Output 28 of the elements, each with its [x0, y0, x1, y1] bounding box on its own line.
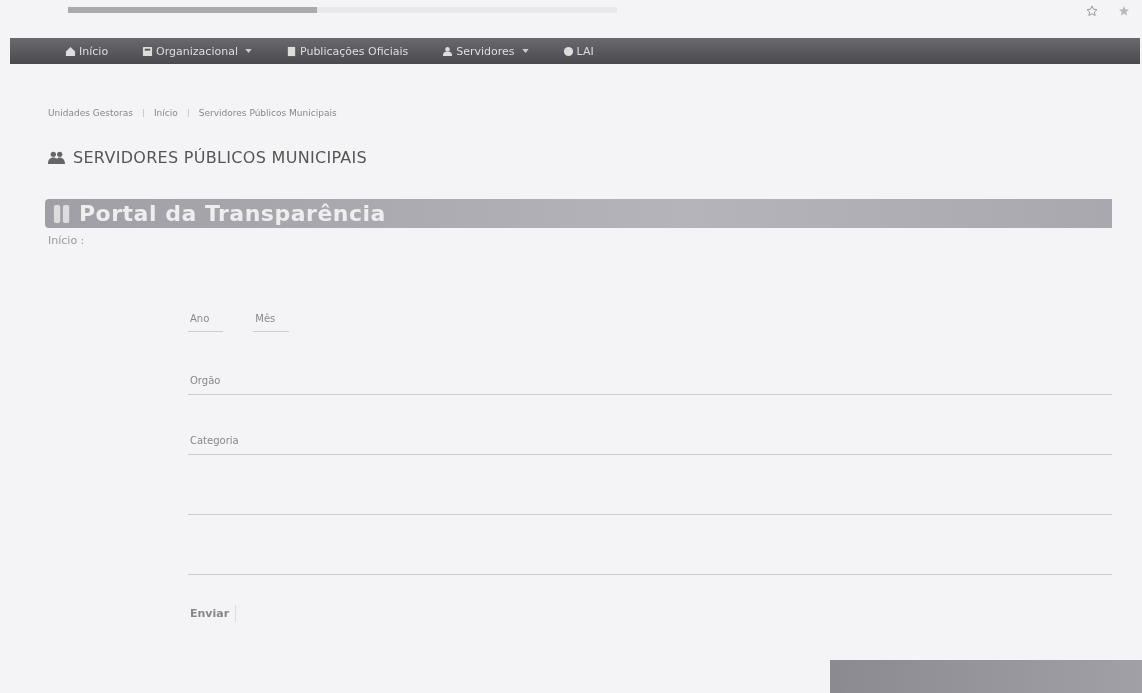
- columns-icon: [53, 202, 71, 225]
- book-icon: [285, 45, 297, 57]
- caret-icon: [244, 49, 252, 53]
- user-icon: [442, 45, 454, 57]
- breadcrumb-link[interactable]: Servidores Públicos Municipais: [198, 108, 337, 118]
- nav-item[interactable]: Publicações Oficiais: [285, 44, 409, 58]
- bookmark-star-icon[interactable]: [1118, 5, 1130, 17]
- nav-item[interactable]: LAI: [562, 44, 594, 58]
- input-field[interactable]: Orgão: [188, 375, 1112, 395]
- section-label: Início :: [48, 234, 86, 247]
- banner-title: Portal da Transparência: [79, 201, 386, 226]
- breadcrumb-link[interactable]: Início: [153, 108, 178, 118]
- breadcrumb-link[interactable]: Unidades Gestoras: [48, 108, 133, 118]
- select-field[interactable]: Ano: [188, 311, 224, 332]
- nav-item[interactable]: Servidores: [442, 44, 529, 58]
- building-icon: [142, 45, 154, 57]
- users-icon: [48, 150, 65, 165]
- star-icon[interactable]: [1086, 5, 1098, 17]
- input-field[interactable]: Categoria: [188, 435, 1112, 455]
- submit-button[interactable]: Enviar: [188, 605, 237, 622]
- nav-item[interactable]: Organizacional: [142, 44, 252, 58]
- floating-bar[interactable]: [830, 660, 1142, 693]
- circle-icon: [562, 45, 574, 57]
- select-field[interactable]: Mês: [253, 311, 290, 332]
- home-icon: [65, 45, 76, 57]
- nav-item[interactable]: Início: [65, 44, 109, 58]
- caret-icon: [521, 49, 529, 53]
- page-heading: SERVIDORES PÚBLICOS MUNICIPAIS: [73, 148, 368, 167]
